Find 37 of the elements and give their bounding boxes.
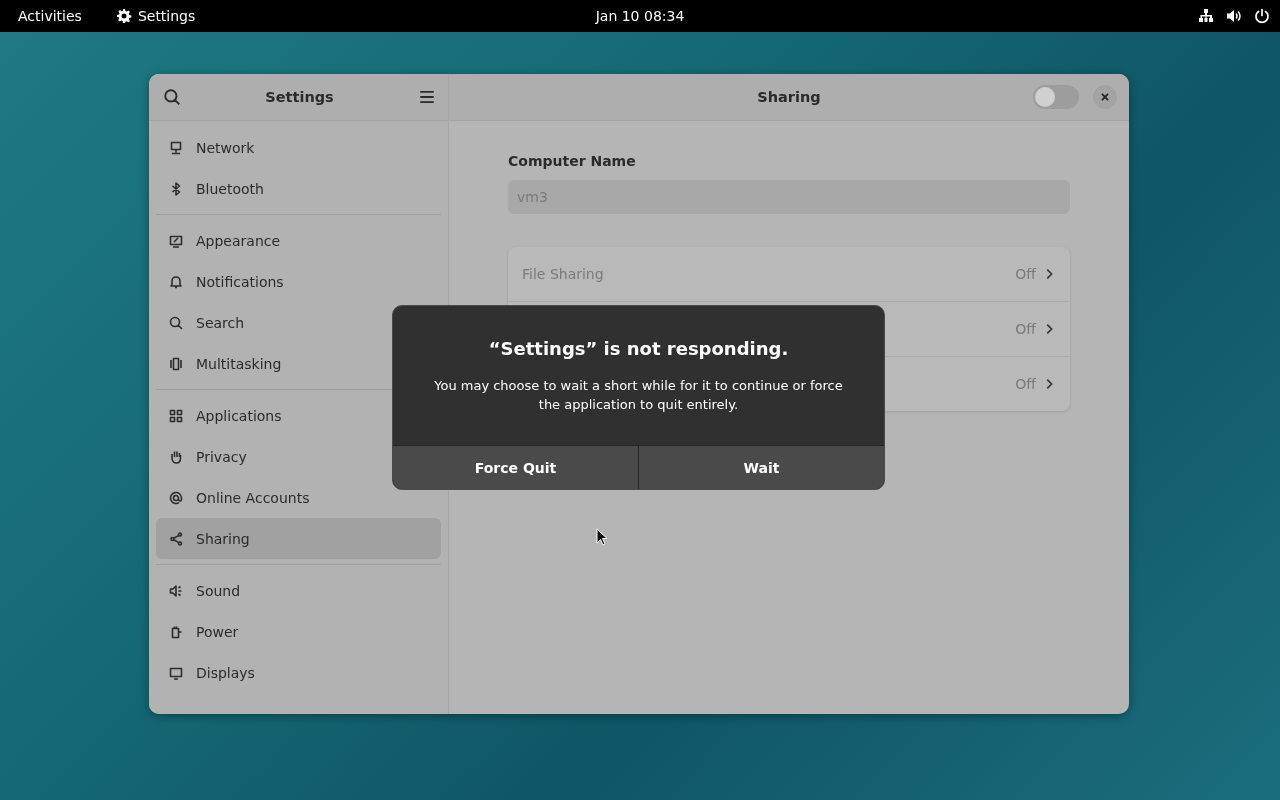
app-menu-button[interactable]: Settings: [115, 8, 196, 24]
power-icon[interactable]: [1254, 8, 1270, 24]
sidebar-item[interactable]: Search: [156, 302, 441, 343]
sidebar-item[interactable]: Sharing: [156, 518, 441, 559]
sidebar-item[interactable]: Bluetooth: [156, 168, 441, 209]
sharing-switch[interactable]: [1033, 85, 1079, 109]
at-sign-icon: [168, 489, 184, 506]
sidebar-item[interactable]: Appearance: [156, 220, 441, 261]
sidebar-item[interactable]: Sound: [156, 570, 441, 611]
close-button[interactable]: [1093, 85, 1117, 109]
sidebar-item[interactable]: Network: [156, 127, 441, 168]
sidebar-item[interactable]: Notifications: [156, 261, 441, 302]
menu-icon: [418, 88, 436, 106]
page-title: Sharing: [757, 89, 821, 105]
sidebar-item[interactable]: Power: [156, 611, 441, 652]
volume-icon[interactable]: [1226, 8, 1242, 24]
speaker-icon: [168, 582, 184, 599]
close-icon: [1098, 90, 1112, 104]
gear-icon: [115, 8, 132, 24]
search-icon: [163, 88, 181, 106]
sidebar-title: Settings: [265, 89, 334, 105]
windows-icon: [168, 355, 184, 372]
bell-icon: [168, 273, 184, 290]
mouse-pointer-icon: [596, 528, 608, 546]
dialog-button[interactable]: Wait: [638, 446, 884, 489]
clock[interactable]: Jan 10 08:34: [595, 8, 685, 24]
activities-button[interactable]: Activities: [18, 8, 82, 24]
search-icon: [168, 314, 184, 331]
share-icon: [168, 530, 184, 547]
dialog-button[interactable]: Force Quit: [393, 446, 638, 489]
search-button[interactable]: [161, 86, 183, 108]
computer-name-label: Computer Name: [508, 153, 637, 169]
dialog-title: “Settings” is not responding.: [487, 338, 790, 359]
network-icon[interactable]: [1198, 8, 1214, 24]
sidebar-item[interactable]: Displays: [156, 652, 441, 693]
monitor-icon: [168, 139, 184, 156]
grid-icon: [168, 407, 184, 424]
